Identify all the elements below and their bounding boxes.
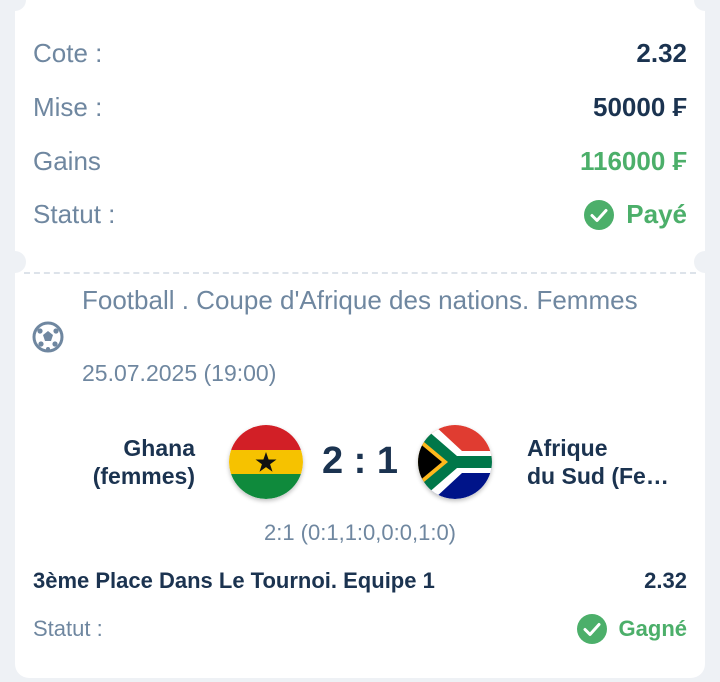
- check-circle-icon: [576, 614, 607, 644]
- home-team-line1: Ghana: [123, 435, 195, 461]
- football-icon: [32, 321, 64, 353]
- bet-market-row: 3ème Place Dans Le Tournoi. Equipe 1 2.3…: [33, 568, 687, 594]
- winnings-label: Gains: [33, 146, 101, 176]
- away-team-name: Afrique du Sud (Fe…: [527, 434, 669, 490]
- winnings-value: 116000 ₣: [579, 146, 687, 176]
- payout-status-row: Statut : Payé: [33, 199, 687, 230]
- stake-row: Mise : 50000 ₣: [33, 92, 687, 123]
- ticket-notch-right: [694, 251, 716, 273]
- odds-label: Cote :: [33, 38, 103, 68]
- check-circle-icon: [584, 199, 615, 230]
- ticket-notch-top-right: [694, 0, 716, 11]
- away-team-line1: Afrique: [527, 435, 608, 461]
- ticket-separator: [24, 272, 696, 274]
- payout-status-label: Statut :: [33, 199, 116, 229]
- away-team-line2: du Sud (Fe…: [527, 463, 669, 489]
- event-datetime: 25.07.2025 (19:00): [82, 360, 277, 386]
- payout-status-value: Payé: [626, 199, 687, 229]
- winnings-row: Gains 116000 ₣: [33, 146, 687, 177]
- event-title[interactable]: Football . Coupe d'Afrique des nations. …: [82, 284, 642, 316]
- bet-status-row: Statut : Gagné: [33, 614, 687, 644]
- odds-value: 2.32: [636, 38, 687, 68]
- match-score: 2 : 1: [321, 440, 399, 482]
- bet-market: 3ème Place Dans Le Tournoi. Equipe 1: [33, 568, 435, 593]
- ghana-flag-icon: [229, 425, 303, 499]
- stake-value: 50000 ₣: [593, 92, 687, 122]
- partial-scores: 2:1 (0:1,1:0,0:0,1:0): [263, 520, 457, 545]
- bet-status-label: Statut :: [33, 616, 103, 641]
- bet-status-value: Gagné: [618, 616, 687, 641]
- south-africa-flag-icon: [418, 425, 492, 499]
- home-team-line2: (femmes): [92, 463, 195, 489]
- bet-status: Gagné: [576, 614, 687, 644]
- stake-label: Mise :: [33, 92, 103, 122]
- ticket-notch-left: [4, 251, 26, 273]
- bet-odds: 2.32: [644, 568, 687, 593]
- home-team-name: Ghana (femmes): [93, 434, 195, 490]
- odds-row: Cote : 2.32: [33, 38, 687, 69]
- ticket-notch-top-left: [4, 0, 26, 11]
- payout-status: Payé: [584, 199, 687, 230]
